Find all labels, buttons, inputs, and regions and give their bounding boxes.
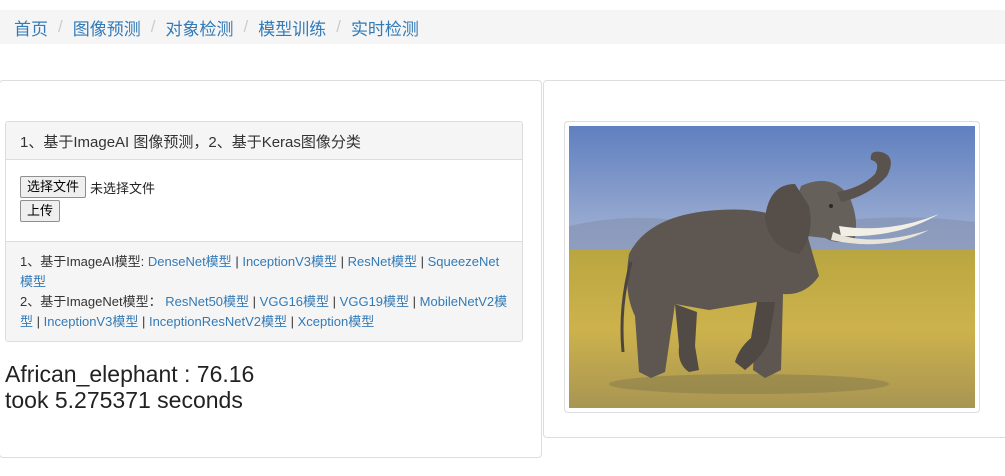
breadcrumb-separator: / — [243, 17, 249, 36]
upload-card-heading: 1、基于ImageAI 图像预测，2、基于Keras图像分类 — [6, 122, 522, 160]
model-divider: | — [412, 294, 417, 309]
model-divider: | — [36, 314, 41, 329]
upload-row: 上传 — [20, 200, 522, 222]
file-picker: 选择文件 未选择文件 — [20, 176, 522, 198]
uploaded-image-thumbnail — [564, 121, 980, 413]
model-link-vgg19[interactable]: VGG19模型 — [340, 294, 409, 309]
model-divider: | — [340, 254, 345, 269]
model-link-vgg16[interactable]: VGG16模型 — [260, 294, 329, 309]
imageai-models-label: 1、基于ImageAI模型: — [20, 254, 148, 269]
model-link-xception[interactable]: Xception模型 — [298, 314, 375, 329]
model-link-inceptionv3[interactable]: InceptionV3模型 — [242, 254, 337, 269]
model-link-resnet[interactable]: ResNet模型 — [348, 254, 417, 269]
model-divider: | — [141, 314, 146, 329]
model-list: 1、基于ImageAI模型: DenseNet模型 | InceptionV3模… — [6, 241, 522, 341]
breadcrumb-separator: / — [150, 17, 156, 36]
breadcrumb-separator: / — [336, 17, 341, 36]
nav-link-realtime-detection[interactable]: 实时检测 — [351, 15, 419, 40]
model-link-inceptionresnetv2[interactable]: InceptionResNetV2模型 — [149, 314, 287, 329]
upload-button[interactable]: 上传 — [20, 200, 61, 222]
prediction-panel: 1、基于ImageAI 图像预测，2、基于Keras图像分类 选择文件 未选择文… — [0, 80, 542, 458]
model-link-densenet[interactable]: DenseNet模型 — [148, 254, 232, 269]
model-divider: | — [290, 314, 294, 329]
upload-form: 选择文件 未选择文件 上传 — [6, 160, 522, 241]
prediction-timing: took 5.275371 seconds — [5, 387, 243, 413]
nav-link-model-training[interactable]: 模型训练 — [258, 15, 326, 40]
nav-link-object-detection[interactable]: 对象检测 — [165, 15, 233, 40]
prediction-label: African_elephant : 76.16 — [5, 361, 255, 387]
prediction-result: African_elephant : 76.16 took 5.275371 s… — [5, 361, 254, 413]
imagenet-models-label: 2、基于ImageNet模型： — [20, 294, 162, 309]
model-divider: | — [235, 254, 239, 269]
upload-card: 1、基于ImageAI 图像预测，2、基于Keras图像分类 选择文件 未选择文… — [5, 121, 523, 342]
image-panel — [543, 80, 1005, 438]
model-link-inceptionv3-imagenet[interactable]: InceptionV3模型 — [44, 314, 139, 329]
model-divider: | — [252, 294, 257, 309]
model-divider: | — [332, 294, 337, 309]
breadcrumb-separator: / — [58, 17, 63, 36]
nav-link-image-prediction[interactable]: 图像预测 — [73, 15, 141, 40]
elephant-photo — [569, 126, 975, 408]
nav-link-home[interactable]: 首页 — [14, 15, 48, 40]
model-divider: | — [420, 254, 425, 269]
model-link-resnet50[interactable]: ResNet50模型 — [165, 294, 249, 309]
file-status-text: 未选择文件 — [90, 180, 156, 196]
breadcrumb: 首页 / 图像预测 / 对象检测 / 模型训练 / 实时检测 — [0, 10, 1005, 44]
choose-file-button[interactable]: 选择文件 — [20, 176, 87, 198]
